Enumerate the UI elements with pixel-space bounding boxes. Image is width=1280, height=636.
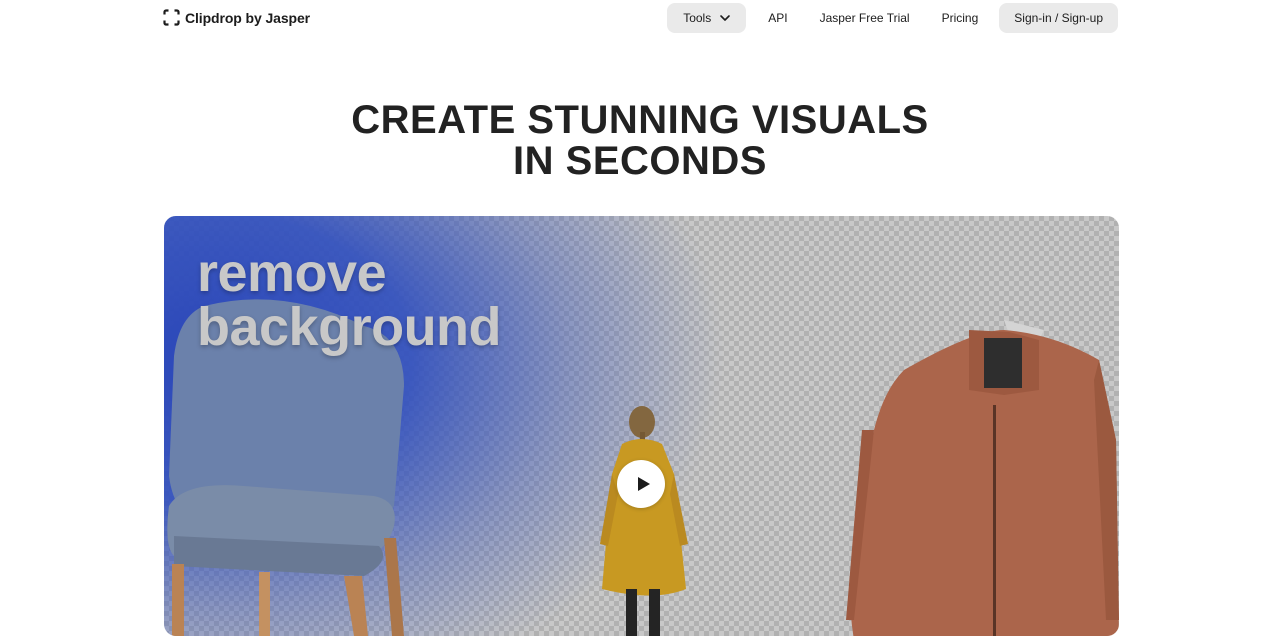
- video-caption: remove background: [197, 243, 502, 357]
- nav-link-pricing[interactable]: Pricing: [926, 3, 995, 33]
- hero-video[interactable]: remove background: [164, 216, 1119, 636]
- nav-link-jasper-free-trial[interactable]: Jasper Free Trial: [804, 3, 926, 33]
- tools-dropdown-button[interactable]: Tools: [667, 3, 747, 33]
- chevron-down-icon: [720, 15, 731, 21]
- hero-title-line-1: CREATE STUNNING VISUALS: [351, 98, 929, 142]
- hero-title: CREATE STUNNING VISUALS IN SECONDS: [0, 100, 1280, 182]
- video-caption-line-1: remove: [197, 243, 387, 303]
- video-caption-line-2: background: [197, 297, 502, 357]
- top-nav-bar: Clipdrop by Jasper Tools API Jasper Free…: [0, 0, 1280, 40]
- hero-title-line-2: IN SECONDS: [513, 139, 767, 183]
- brand-logo[interactable]: Clipdrop by Jasper: [163, 9, 310, 26]
- nav-link-api[interactable]: API: [752, 3, 803, 33]
- clipdrop-logo-icon: [163, 9, 180, 26]
- main-nav: Tools API Jasper Free Trial Pricing Sign…: [667, 3, 1118, 33]
- brand-name: Clipdrop by Jasper: [185, 9, 311, 26]
- sign-in-button[interactable]: Sign-in / Sign-up: [999, 3, 1118, 33]
- tools-label: Tools: [683, 11, 712, 25]
- play-icon: [637, 477, 650, 491]
- play-button[interactable]: [617, 460, 665, 508]
